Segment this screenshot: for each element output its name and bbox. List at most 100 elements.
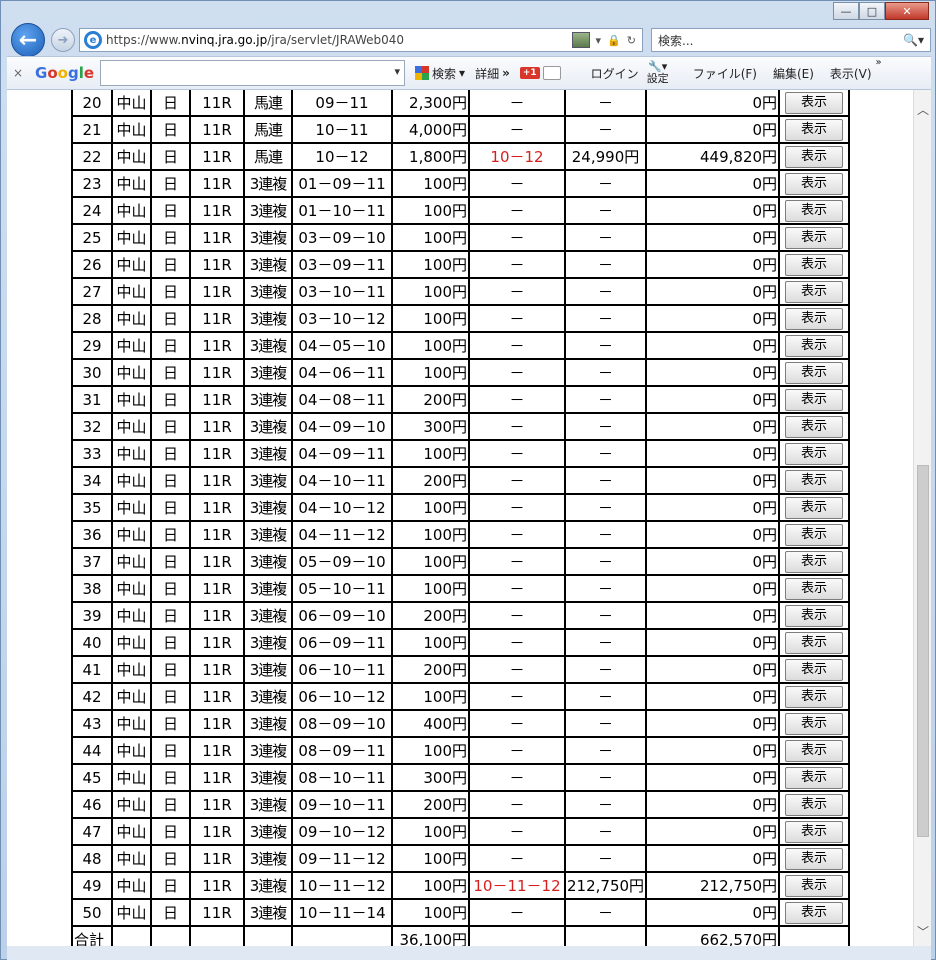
cell-combination: 09－10－12: [291, 817, 393, 846]
cell-payout-odds: －: [563, 412, 648, 441]
settings-button[interactable]: 🔧▾ 設定: [647, 61, 669, 85]
show-button[interactable]: 表示: [785, 685, 844, 708]
show-button[interactable]: 表示: [785, 91, 844, 114]
toolbar-overflow-icon[interactable]: »: [876, 57, 882, 68]
show-button[interactable]: 表示: [785, 874, 844, 897]
show-button[interactable]: 表示: [785, 712, 844, 735]
show-button[interactable]: 表示: [785, 793, 844, 816]
cell-day: 日: [150, 466, 191, 495]
show-button[interactable]: 表示: [785, 145, 844, 168]
cell-venue: 中山: [111, 790, 152, 819]
show-button[interactable]: 表示: [785, 604, 844, 627]
menu-view[interactable]: 表示(V): [830, 65, 872, 82]
scrollbar-thumb[interactable]: [917, 465, 929, 837]
cell-row-number: 27: [71, 277, 113, 306]
lock-icon[interactable]: 🔒: [607, 34, 621, 47]
cell-day: 日: [150, 493, 191, 522]
show-button[interactable]: 表示: [785, 199, 844, 222]
address-bar[interactable]: e https://www.nvinq.jra.go.jp/jra/servle…: [79, 28, 643, 52]
refresh-icon[interactable]: ↻: [627, 34, 636, 47]
table-row: 39 中山日 11R 3連複 06－09－10 200円－－ 0円 表示: [71, 601, 851, 630]
toolbar-close-icon[interactable]: ×: [7, 66, 29, 80]
cell-bet-amount: 200円: [391, 385, 470, 414]
google-toolbar: × Google 検索▾ 詳細» +1 ログイン 🔧▾ 設定 ファイル(F) 編…: [7, 56, 931, 90]
cell-bet-amount: 100円: [391, 628, 470, 657]
cell-venue: 中山: [111, 871, 152, 900]
google-search-button[interactable]: 検索 ▾: [415, 65, 465, 82]
show-button[interactable]: 表示: [785, 847, 844, 870]
scroll-down-icon[interactable]: ﹀: [914, 922, 932, 940]
search-icon[interactable]: 🔍▾: [903, 33, 924, 47]
browser-search-box[interactable]: 検索... 🔍▾: [651, 28, 931, 52]
cell-venue: 中山: [111, 169, 152, 198]
cell-bet-amount: 100円: [391, 682, 470, 711]
show-button[interactable]: 表示: [785, 172, 844, 195]
show-button[interactable]: 表示: [785, 496, 844, 519]
menu-file[interactable]: ファイル(F): [693, 65, 757, 82]
show-button[interactable]: 表示: [785, 469, 844, 492]
address-tools: ▾ 🔒 ↻: [571, 32, 642, 48]
show-button[interactable]: 表示: [785, 280, 844, 303]
cell-bet-type: 3連複: [243, 898, 293, 927]
show-button[interactable]: 表示: [785, 631, 844, 654]
menu-edit[interactable]: 編集(E): [773, 65, 814, 82]
cell-row-number: 44: [71, 736, 113, 765]
cell-day: 日: [150, 304, 191, 333]
cell-return-amount: 0円: [645, 601, 781, 630]
address-url[interactable]: https://www.nvinq.jra.go.jp/jra/servlet/…: [106, 33, 572, 47]
show-button[interactable]: 表示: [785, 523, 844, 546]
cell-bet-type: 3連複: [243, 196, 293, 225]
vertical-scrollbar[interactable]: ︿ ﹀: [913, 90, 931, 946]
detail-button[interactable]: 詳細»: [475, 65, 510, 82]
forward-button[interactable]: ➜: [51, 28, 75, 52]
cell-return-amount: 0円: [645, 439, 781, 468]
close-button[interactable]: ✕: [885, 2, 929, 20]
show-button[interactable]: 表示: [785, 415, 844, 438]
cell-day: 日: [150, 628, 191, 657]
show-button[interactable]: 表示: [785, 901, 844, 924]
cell-bet-type: 3連複: [243, 412, 293, 441]
cell-venue: 中山: [111, 115, 152, 144]
compat-view-icon[interactable]: [571, 32, 590, 48]
scroll-up-icon[interactable]: ︿: [914, 100, 932, 118]
show-button[interactable]: 表示: [785, 577, 844, 600]
cell-day: 日: [150, 331, 191, 360]
cell-row-number: 26: [71, 250, 113, 279]
show-button[interactable]: 表示: [785, 118, 844, 141]
plus-one-button[interactable]: +1: [519, 66, 561, 80]
cell-bet-amount: 100円: [391, 250, 470, 279]
login-button[interactable]: ログイン: [591, 65, 639, 82]
show-button[interactable]: 表示: [785, 307, 844, 330]
minimize-button[interactable]: —: [833, 2, 859, 20]
cell-hit-combination: －: [468, 520, 566, 549]
show-button[interactable]: 表示: [785, 550, 844, 573]
cell-race-number: 11R: [189, 250, 245, 279]
dropdown-arrow-icon[interactable]: ▾: [596, 34, 602, 47]
cell-day: 日: [150, 655, 191, 684]
back-button[interactable]: ←: [11, 23, 45, 57]
show-button[interactable]: 表示: [785, 334, 844, 357]
show-button[interactable]: 表示: [785, 442, 844, 465]
maximize-button[interactable]: □: [859, 2, 885, 20]
show-button[interactable]: 表示: [785, 820, 844, 843]
cell-combination: 10－11－12: [291, 871, 393, 900]
cell-row-number: 41: [71, 655, 113, 684]
google-search-input[interactable]: [100, 60, 406, 86]
cell-day: 日: [150, 844, 191, 873]
forward-arrow-icon: ➜: [57, 32, 69, 48]
cell-row-number: 32: [71, 412, 113, 441]
cell-hit-combination: －: [468, 385, 566, 414]
show-button[interactable]: 表示: [785, 253, 844, 276]
show-button[interactable]: 表示: [785, 361, 844, 384]
show-button[interactable]: 表示: [785, 226, 844, 249]
show-button[interactable]: 表示: [785, 739, 844, 762]
cell-venue: 中山: [111, 439, 152, 468]
cell-bet-type: 3連複: [243, 844, 293, 873]
show-button[interactable]: 表示: [785, 766, 844, 789]
cell-combination: 04－06－11: [291, 358, 393, 387]
show-button[interactable]: 表示: [785, 658, 844, 681]
cell-bet-type: 3連複: [243, 304, 293, 333]
cell-return-amount: 0円: [645, 223, 781, 252]
show-button[interactable]: 表示: [785, 388, 844, 411]
cell-return-amount: 0円: [645, 466, 781, 495]
